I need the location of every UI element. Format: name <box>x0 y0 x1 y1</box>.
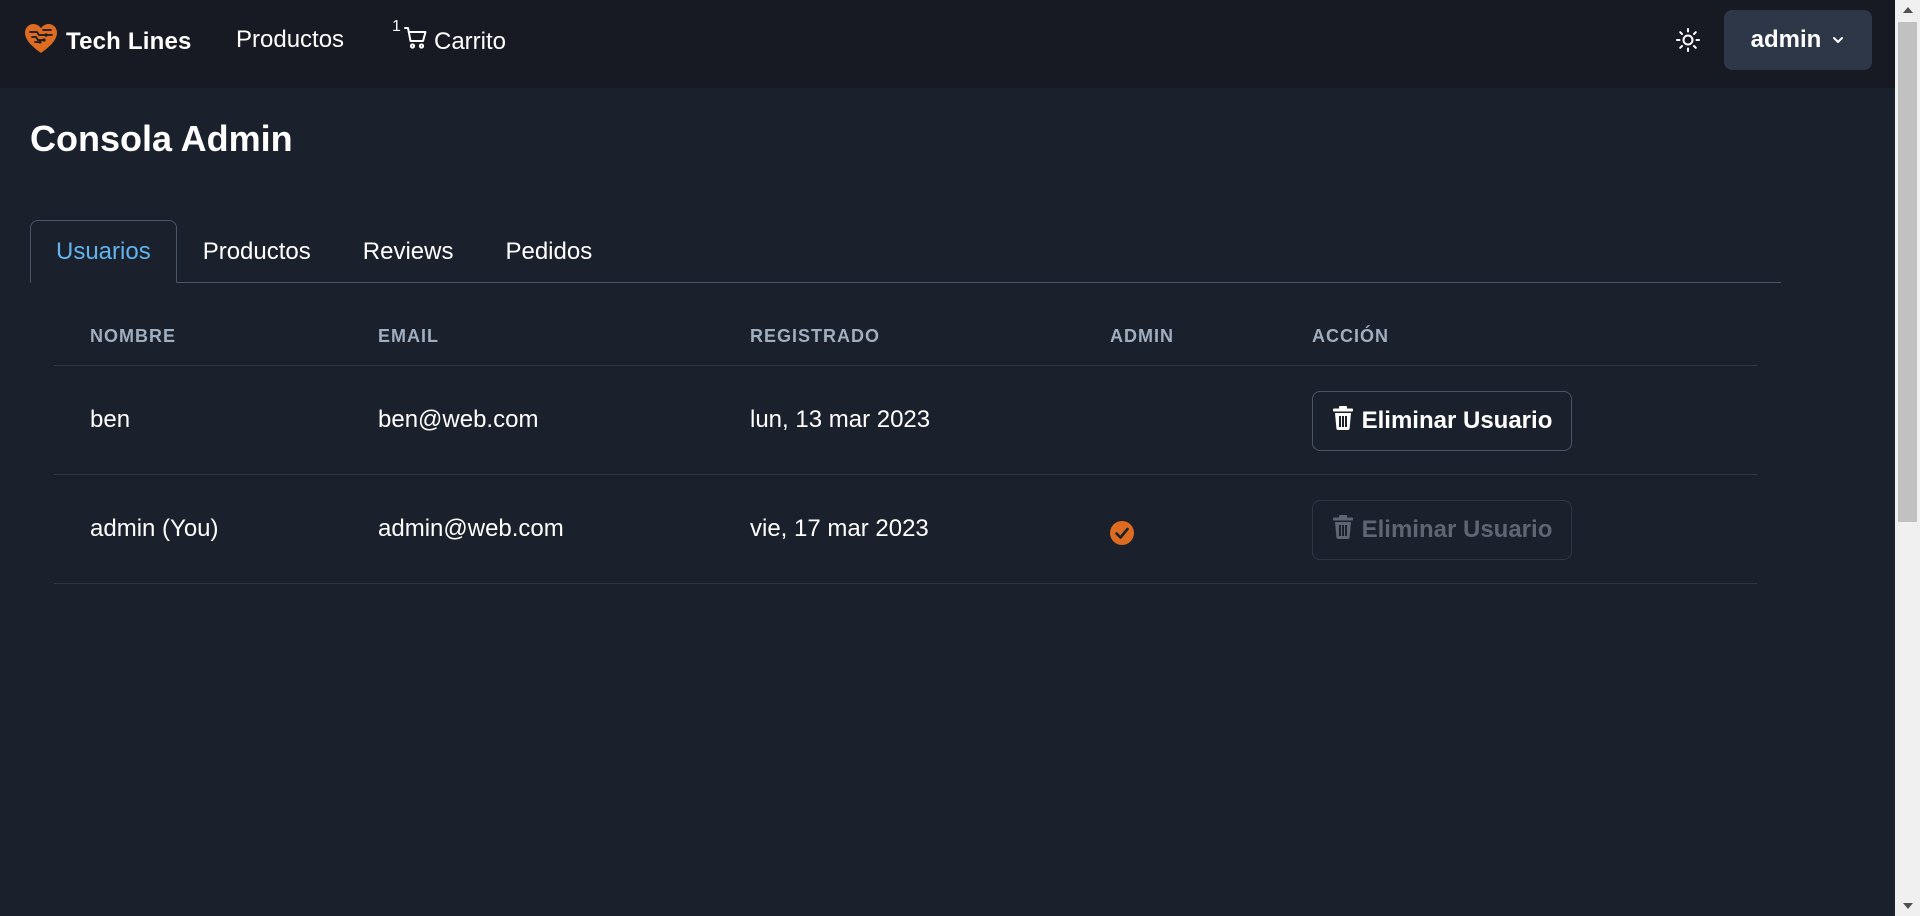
app-viewport: Tech Lines Productos 1 Carrito admin Con… <box>0 0 1895 916</box>
column-header-action: ACCIÓN <box>1312 326 1389 346</box>
trash-icon <box>1332 514 1354 546</box>
trash-icon <box>1332 405 1354 437</box>
delete-user-button[interactable]: Eliminar Usuario <box>1312 391 1572 451</box>
page-title: Consola Admin <box>30 118 293 159</box>
scroll-down-arrow-icon[interactable] <box>1895 896 1920 916</box>
cart-count-badge: 1 <box>392 18 401 35</box>
column-header-registered: REGISTRADO <box>750 326 881 346</box>
nav-link-cart[interactable]: Carrito <box>404 26 506 57</box>
scrollbar-thumb[interactable] <box>1898 22 1917 522</box>
cart-label: Carrito <box>434 27 507 55</box>
column-header-admin: ADMIN <box>1110 326 1174 346</box>
delete-user-button-disabled: Eliminar Usuario <box>1312 500 1572 560</box>
tab-pedidos[interactable]: Pedidos <box>479 220 618 283</box>
nav-link-products[interactable]: Productos <box>236 26 344 54</box>
brand-logo-link[interactable]: Tech Lines <box>24 22 192 61</box>
table-row: ben ben@web.com lun, 13 mar 2023 Elimina… <box>54 366 1757 475</box>
tab-reviews[interactable]: Reviews <box>337 220 480 283</box>
cart-icon <box>404 26 428 57</box>
user-email: admin@web.com <box>378 515 564 542</box>
user-menu-button[interactable]: admin <box>1724 10 1872 70</box>
user-name: ben <box>90 406 131 433</box>
navbar: Tech Lines Productos 1 Carrito admin <box>0 0 1895 88</box>
column-header-email: EMAIL <box>378 326 439 346</box>
user-registered: lun, 13 mar 2023 <box>750 406 931 433</box>
scroll-up-arrow-icon[interactable] <box>1895 0 1920 20</box>
table-header: NOMBRE EMAIL REGISTRADO ADMIN ACCIÓN <box>54 300 1757 366</box>
user-registered: vie, 17 mar 2023 <box>750 515 929 542</box>
sun-icon <box>1676 27 1700 57</box>
table-row: admin (You) admin@web.com vie, 17 mar 20… <box>54 475 1757 584</box>
tab-usuarios[interactable]: Usuarios <box>30 220 177 283</box>
delete-user-label: Eliminar Usuario <box>1361 516 1553 543</box>
brand-name: Tech Lines <box>66 27 192 55</box>
check-circle-icon <box>1110 521 1134 545</box>
column-header-name: NOMBRE <box>90 326 176 346</box>
delete-user-label: Eliminar Usuario <box>1361 407 1553 434</box>
theme-toggle-button[interactable] <box>1670 24 1706 60</box>
page-scrollbar[interactable] <box>1895 0 1920 916</box>
user-menu-label: admin <box>1750 26 1822 53</box>
users-table: NOMBRE EMAIL REGISTRADO ADMIN ACCIÓN ben… <box>54 300 1757 584</box>
user-email: ben@web.com <box>378 406 539 433</box>
user-name: admin (You) <box>90 515 219 542</box>
admin-tabs: Usuarios Productos Reviews Pedidos <box>30 220 1781 283</box>
tab-productos[interactable]: Productos <box>177 220 337 283</box>
chevron-down-icon <box>1831 26 1845 54</box>
heart-circuit-icon <box>24 22 58 61</box>
